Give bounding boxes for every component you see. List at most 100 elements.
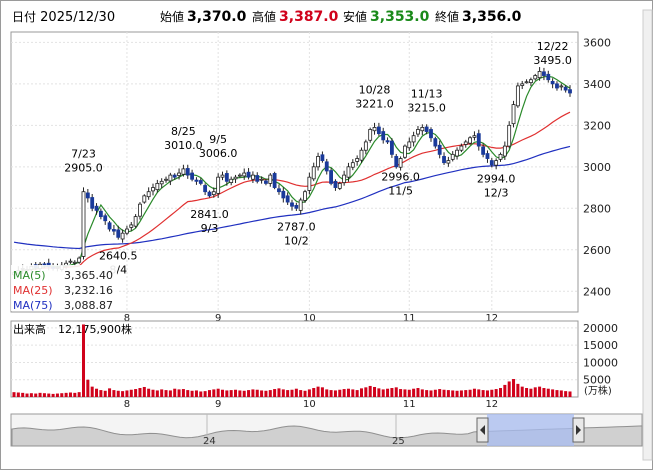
volume-bar — [260, 390, 264, 397]
candle-body — [281, 190, 286, 199]
volume-bar — [546, 388, 550, 397]
volume-bar — [316, 386, 320, 397]
volume-bar — [438, 389, 442, 397]
navigator-selection[interactable] — [487, 414, 574, 446]
volume-bar — [129, 389, 133, 397]
candle-body — [159, 180, 164, 185]
candle-body — [216, 176, 221, 194]
candle-body — [372, 127, 377, 132]
annotation-date: 10/28 — [359, 83, 391, 96]
annotation-date: 12/22 — [537, 40, 569, 53]
volume-bar — [381, 389, 385, 397]
volume-bar — [68, 392, 72, 397]
candle-body — [568, 89, 572, 94]
volume-bar — [485, 390, 489, 397]
annotation-date: 2841.0 — [190, 208, 229, 221]
candle-body — [298, 199, 303, 211]
navigator-left-handle[interactable] — [476, 417, 489, 443]
volume-bar — [21, 392, 25, 397]
candle-body — [329, 170, 334, 184]
vertical-scrollbar[interactable] — [642, 9, 653, 461]
volume-bar — [325, 389, 329, 397]
annotation-date: 2787.0 — [277, 220, 316, 233]
volume-bar — [407, 389, 411, 397]
low-value: 3,353.0 — [370, 9, 430, 25]
volume-tick-label: 20000 — [583, 322, 618, 335]
volume-bar — [329, 390, 333, 397]
annotation-date: 9/5 — [209, 133, 227, 146]
legend-label: MA(25) — [13, 284, 53, 297]
volume-bar — [42, 393, 46, 397]
volume-tick-label: 10000 — [583, 356, 618, 369]
candle-body — [103, 215, 108, 222]
volume-bar — [355, 390, 359, 397]
candle-body — [220, 174, 225, 178]
volume-bar — [386, 388, 390, 397]
candle-body — [381, 131, 386, 141]
volume-bar — [416, 388, 420, 397]
candle-body — [489, 160, 494, 166]
volume-bar — [281, 389, 285, 397]
volume-bar — [251, 389, 255, 397]
price-tick-label: 2600 — [583, 244, 611, 257]
candle-body — [94, 205, 99, 211]
candle-body — [507, 124, 512, 147]
volume-bar — [234, 389, 238, 397]
volume-bar — [168, 390, 172, 397]
nav-label-24: 24 — [203, 436, 216, 447]
volume-bar — [220, 389, 225, 397]
candle-body — [472, 135, 477, 138]
header-close: 終値 3,356.0 — [435, 8, 521, 25]
candle-body — [224, 173, 229, 182]
candle-body — [233, 176, 238, 180]
candle-body — [524, 81, 529, 84]
volume-bar — [468, 389, 472, 397]
volume-bar — [433, 389, 437, 397]
navigator-right-handle[interactable] — [572, 417, 585, 443]
volume-bar — [290, 389, 294, 397]
annotation-date: 11/13 — [411, 88, 443, 101]
candle-body — [116, 229, 121, 238]
volume-bar — [564, 391, 568, 397]
volume-bar — [268, 390, 272, 397]
price-tick-label: 3400 — [583, 78, 611, 91]
date-label: 日付 — [12, 10, 37, 24]
candle-body — [211, 191, 216, 196]
annotation-value: 3495.0 — [533, 54, 572, 67]
annotation-value: 10/2 — [284, 234, 309, 247]
volume-bar — [333, 390, 337, 397]
candle-body — [455, 149, 459, 157]
candle-body — [429, 129, 433, 139]
candle-body — [246, 171, 251, 178]
volume-bar — [373, 386, 377, 397]
candle-body — [172, 174, 177, 178]
volume-bar — [346, 388, 350, 397]
candle-body — [350, 162, 355, 168]
candle-body — [68, 260, 73, 263]
candle-body — [277, 188, 281, 193]
annotation-date: 8/25 — [171, 125, 196, 138]
volume-bar — [51, 393, 55, 397]
candle-body — [476, 133, 481, 147]
volume-bar — [160, 389, 164, 397]
candle-body — [368, 129, 373, 141]
annotation-date: 2996.0 — [381, 171, 420, 184]
volume-bar — [364, 387, 368, 397]
volume-bar — [412, 388, 416, 397]
candle-body — [359, 149, 364, 161]
volume-bar — [394, 387, 398, 397]
candle-body — [511, 104, 516, 125]
volume-bar — [242, 390, 246, 397]
volume-bar — [147, 388, 151, 397]
candle-body — [164, 178, 168, 181]
candle-body — [120, 232, 125, 240]
volume-bar — [190, 390, 194, 397]
volume-bar — [477, 389, 481, 397]
price-tick-label: 2800 — [583, 202, 611, 215]
range-navigator[interactable]: 24 25 — [10, 413, 643, 447]
candle-body — [181, 168, 186, 175]
close-value: 3,356.0 — [462, 9, 522, 25]
volume-bar — [47, 393, 51, 397]
volume-bar — [90, 386, 94, 397]
candle-body — [155, 183, 160, 191]
